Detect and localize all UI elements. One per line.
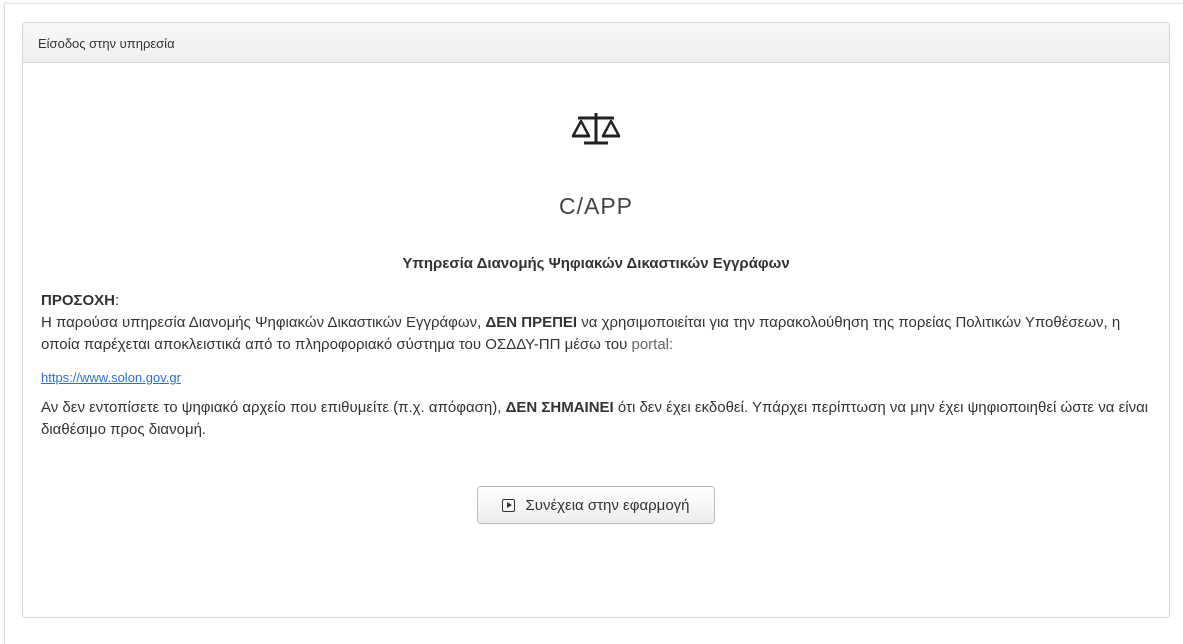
app-name: C/APP	[558, 193, 634, 219]
notice-emphasis: ΔΕΝ ΣΗΜΑΙΝΕΙ	[505, 399, 614, 416]
warning-emphasis-1: ΔΕΝ ΠΡΕΠΕΙ	[485, 314, 578, 331]
warning-label: ΠΡΟΣΟΧΗ	[41, 292, 116, 309]
button-row: Συνέχεια στην εφαρμογή	[41, 486, 1151, 524]
scales-of-justice-icon	[571, 113, 621, 145]
login-panel: Είσοδος στην υπηρεσία C/APP Υπηρεσία Δια…	[22, 22, 1170, 618]
warning-paragraph: Η παρούσα υπηρεσία Διανομής Ψηφιακών Δικ…	[41, 312, 1151, 356]
panel-body: C/APP Υπηρεσία Διανομής Ψηφιακών Δικαστι…	[23, 109, 1169, 524]
portal-label: portal:	[631, 336, 674, 353]
continue-button[interactable]: Συνέχεια στην εφαρμογή	[477, 486, 715, 524]
notice-paragraph: Αν δεν εντοπίσετε το ψηφιακό αρχείο που …	[41, 397, 1151, 441]
notice-text-1: Αν δεν εντοπίσετε το ψηφιακό αρχείο που …	[41, 399, 506, 416]
service-title: Υπηρεσία Διανομής Ψηφιακών Δικαστικών Εγ…	[402, 255, 790, 272]
solon-link[interactable]: https://www.solon.gov.gr	[41, 370, 181, 385]
play-icon	[502, 498, 516, 512]
warning-colon: :	[115, 292, 120, 309]
warning-text-1: Η παρούσα υπηρεσία Διανομής Ψηφιακών Δικ…	[41, 314, 486, 331]
warning-title: ΠΡΟΣΟΧΗ:	[41, 292, 1151, 310]
panel-heading: Είσοδος στην υπηρεσία	[23, 23, 1169, 63]
continue-button-label: Συνέχεια στην εφαρμογή	[525, 496, 690, 514]
